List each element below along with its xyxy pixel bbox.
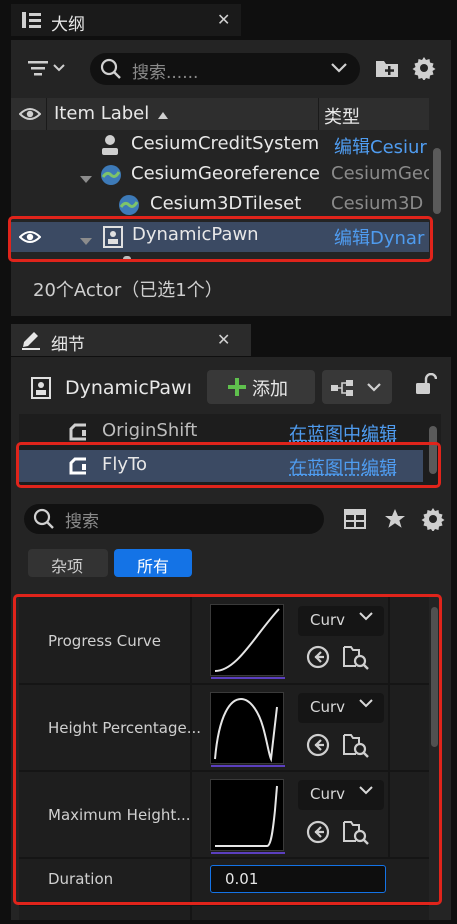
gear-icon[interactable] bbox=[421, 507, 445, 535]
outliner-icon bbox=[21, 10, 43, 34]
component-name: OriginShift bbox=[102, 420, 198, 441]
filter-icon[interactable] bbox=[28, 58, 68, 82]
outliner-tab[interactable]: 大纲 ✕ bbox=[11, 4, 241, 36]
chevron-down-icon bbox=[366, 380, 382, 399]
outliner-search-field[interactable]: 搜索...... bbox=[90, 53, 360, 85]
search-icon bbox=[33, 508, 55, 534]
highlight-box bbox=[8, 216, 433, 262]
outliner-tab-title: 大纲 bbox=[51, 15, 85, 35]
table-view-icon[interactable] bbox=[344, 509, 366, 533]
row-label: CesiumGeoreference( bbox=[131, 163, 319, 184]
details-tab-title: 细节 bbox=[51, 335, 85, 355]
highlight-box bbox=[13, 594, 442, 905]
details-tab[interactable]: 细节 ✕ bbox=[11, 324, 251, 356]
close-icon[interactable]: ✕ bbox=[217, 10, 230, 29]
blueprint-options-button[interactable] bbox=[322, 370, 392, 404]
row-type[interactable]: 编辑Cesiur bbox=[334, 133, 429, 159]
row-type: Cesium3D bbox=[331, 193, 424, 214]
col-divider bbox=[46, 98, 47, 130]
globe-icon bbox=[99, 163, 123, 191]
hierarchy-icon bbox=[330, 379, 356, 401]
filter-misc-button[interactable]: 杂项 bbox=[28, 549, 108, 577]
search-placeholder: 搜索...... bbox=[132, 63, 199, 83]
search-placeholder: 搜索 bbox=[65, 512, 99, 532]
outliner-status: 20个Actor（已选1个） bbox=[33, 280, 223, 301]
list-item[interactable]: CesiumCreditSystemI 编辑Cesiur bbox=[11, 130, 429, 160]
filter-misc-label: 杂项 bbox=[51, 557, 84, 576]
col-type-header[interactable]: 类型 bbox=[324, 103, 360, 129]
close-icon[interactable]: ✕ bbox=[217, 330, 230, 349]
details-search-field[interactable]: 搜索 bbox=[24, 504, 324, 534]
outliner-scrollbar[interactable] bbox=[433, 148, 441, 214]
gear-icon[interactable] bbox=[412, 56, 436, 84]
row-label: CesiumCreditSystemI bbox=[131, 133, 319, 154]
chevron-down-icon[interactable] bbox=[330, 60, 348, 80]
lock-icon[interactable] bbox=[415, 372, 438, 401]
plus-icon bbox=[227, 377, 247, 401]
filter-all-label: 所有 bbox=[137, 557, 170, 576]
search-icon bbox=[100, 58, 122, 84]
outliner-panel: 搜索...... Item Label 类型 CesiumCreditSyste… bbox=[11, 40, 451, 316]
add-folder-icon[interactable] bbox=[375, 57, 399, 83]
pawn-icon bbox=[31, 377, 51, 403]
col-label-header[interactable]: Item Label bbox=[54, 103, 149, 124]
row-label: Cesium3DTileset bbox=[150, 193, 302, 214]
col-divider bbox=[318, 98, 319, 130]
outliner-header: Item Label 类型 bbox=[11, 98, 429, 130]
sort-ascending-icon[interactable] bbox=[157, 106, 169, 125]
actor-name: DynamicPawı bbox=[65, 377, 192, 399]
actor-icon bbox=[99, 133, 121, 161]
eye-icon[interactable] bbox=[18, 106, 42, 126]
add-component-button[interactable]: 添加 bbox=[207, 370, 315, 404]
add-label: 添加 bbox=[252, 379, 288, 400]
filter-all-button[interactable]: 所有 bbox=[114, 549, 192, 577]
star-icon[interactable] bbox=[384, 508, 406, 534]
expand-arrow-icon[interactable] bbox=[79, 170, 93, 189]
row-type: CesiumGec bbox=[331, 163, 429, 184]
pencil-icon bbox=[20, 329, 42, 355]
highlight-box bbox=[16, 442, 441, 488]
list-item[interactable]: CesiumGeoreference( CesiumGec bbox=[11, 160, 429, 190]
